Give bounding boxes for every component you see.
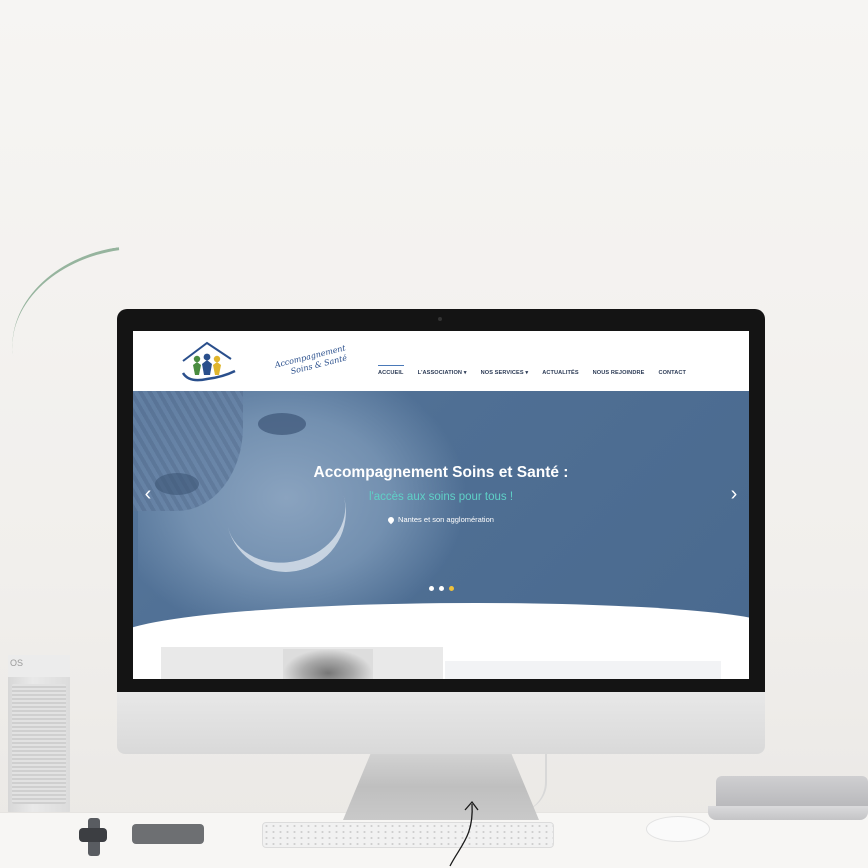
- smartphone: [132, 824, 204, 844]
- laptop: [708, 776, 868, 826]
- mouse: [646, 816, 710, 842]
- hero-title: Accompagnement Soins et Santé :: [313, 464, 569, 481]
- site-logo[interactable]: Accompagnement Soins & Santé: [179, 337, 348, 387]
- watch-face: [79, 828, 107, 842]
- logo-people-icon: [181, 341, 236, 382]
- slider-prev-arrow[interactable]: ‹: [141, 483, 155, 505]
- hero-location-text: Nantes et son agglomération: [398, 515, 494, 524]
- speaker-label: OS: [10, 658, 24, 668]
- content-image-person: [283, 649, 373, 679]
- menu-item-accueil[interactable]: ACCUEIL: [378, 365, 404, 376]
- smartwatch: [76, 818, 116, 856]
- hero-subtitle: l'accès aux soins pour tous !: [368, 491, 514, 503]
- logo-wordmark: Accompagnement Soins & Santé: [274, 342, 356, 381]
- slider-dot-2[interactable]: [438, 586, 444, 591]
- menu-item-nous-rejoindre[interactable]: NOUS REJOINDRE: [593, 370, 645, 376]
- slider-dot-3[interactable]: [448, 586, 454, 591]
- main-menu: ACCUEIL L'ASSOCIATION ▾ NOS SERVICES ▾ A…: [378, 365, 686, 376]
- laptop-lid: [716, 776, 868, 806]
- slider-dot-1[interactable]: [428, 586, 434, 591]
- site-header: Accompagnement Soins & Santé ACCUEIL L'A…: [133, 331, 749, 391]
- speaker-grille: [12, 684, 66, 804]
- imac-stand: [343, 754, 539, 820]
- camera-icon: [438, 317, 442, 321]
- menu-item-nos-services[interactable]: NOS SERVICES ▾: [481, 370, 529, 376]
- menu-item-actualites[interactable]: ACTUALITÉS: [542, 370, 578, 376]
- map-pin-icon: [386, 515, 396, 525]
- content-panel: [445, 661, 721, 679]
- hero-slider: Accompagnement Soins et Santé : l'accès …: [133, 391, 749, 631]
- hero-photo-eye: [258, 413, 306, 435]
- hero-location: Nantes et son agglomération: [133, 515, 749, 525]
- slider-dots: [133, 586, 749, 591]
- hand-drawn-arrow-icon: [449, 800, 479, 867]
- slider-next-arrow[interactable]: ›: [727, 483, 741, 505]
- keyboard: [262, 822, 554, 848]
- laptop-base: [708, 806, 868, 820]
- menu-item-contact[interactable]: CONTACT: [658, 370, 686, 376]
- website-screen: Accompagnement Soins & Santé ACCUEIL L'A…: [133, 331, 749, 679]
- apple-logo-icon: [427, 705, 455, 737]
- menu-item-association[interactable]: L'ASSOCIATION ▾: [418, 370, 467, 376]
